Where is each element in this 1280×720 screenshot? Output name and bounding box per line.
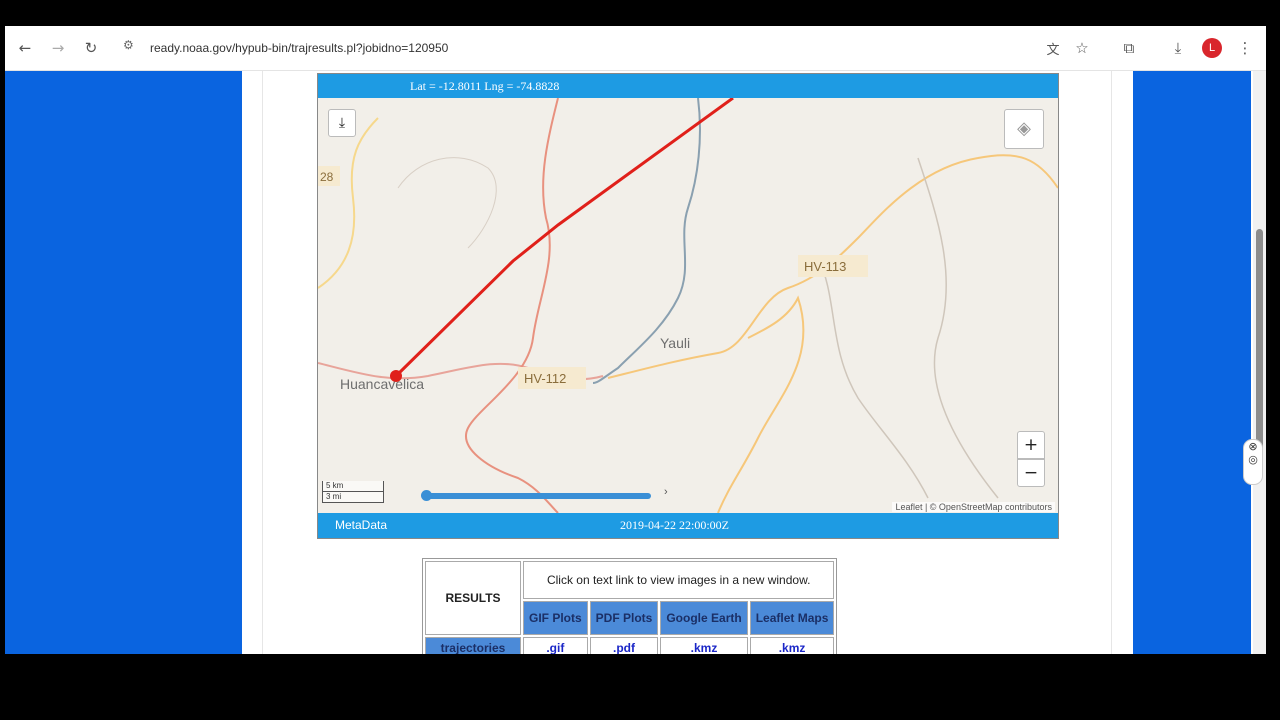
- page-viewport: Lat = -12.8011 Lng = -74.8828 28 HV-113 …: [5, 71, 1266, 654]
- menu-icon[interactable]: ⋮: [1233, 36, 1257, 60]
- right-blue-margin: [1133, 71, 1251, 654]
- bookmark-star-icon[interactable]: ☆: [1070, 36, 1094, 60]
- browser-toolbar: ← → ↻ ⚙ ready.noaa.gov/hypub-bin/trajres…: [5, 26, 1266, 71]
- map-scale: 5 km 3 mi: [322, 481, 384, 503]
- road-28-label: 28: [320, 170, 334, 184]
- row-trajectories: trajectories: [425, 637, 521, 654]
- page-divider-right: [1111, 71, 1112, 654]
- map-background: [318, 98, 1058, 513]
- map-coords-bar: Lat = -12.8011 Lng = -74.8828: [318, 74, 1058, 98]
- results-note: Click on text link to view images in a n…: [523, 561, 835, 599]
- map-coords: Lat = -12.8011 Lng = -74.8828: [410, 79, 560, 93]
- zoom-in-button[interactable]: +: [1017, 431, 1045, 459]
- map-timestamp: 2019-04-22 22:00:00Z: [620, 518, 729, 532]
- close-icon[interactable]: ⊗: [1244, 440, 1262, 453]
- scale-km: 5 km: [322, 481, 384, 492]
- extensions-icon[interactable]: ⧉: [1117, 36, 1141, 60]
- map-attribution[interactable]: Leaflet | © OpenStreetMap contributors: [892, 502, 1055, 512]
- yauli-label: Yauli: [660, 335, 690, 351]
- url-text[interactable]: ready.noaa.gov/hypub-bin/trajresults.pl?…: [150, 41, 448, 55]
- browser-window: ← → ↻ ⚙ ready.noaa.gov/hypub-bin/trajres…: [5, 26, 1266, 654]
- time-slider-knob[interactable]: [421, 490, 432, 501]
- profile-avatar[interactable]: L: [1202, 38, 1222, 58]
- slider-next-icon[interactable]: ›: [664, 486, 668, 498]
- back-icon[interactable]: ←: [13, 36, 37, 60]
- zoom-out-button[interactable]: −: [1017, 459, 1045, 487]
- map-tiles[interactable]: 28 HV-113 Yauli HV-112 Huancavelica: [318, 98, 1058, 513]
- forward-icon[interactable]: →: [46, 36, 70, 60]
- metadata-link[interactable]: MetaData: [335, 518, 387, 532]
- layers-icon[interactable]: ◈: [1004, 109, 1044, 149]
- map-footer-bar: MetaData 2019-04-22 22:00:00Z: [318, 513, 1058, 538]
- page-scrollbar[interactable]: [1253, 71, 1266, 654]
- kmz-leaflet-link[interactable]: .kmz: [749, 637, 835, 654]
- scale-mi: 3 mi: [322, 492, 384, 503]
- gif-link[interactable]: .gif: [523, 637, 588, 654]
- site-info-icon[interactable]: ⚙: [123, 38, 134, 52]
- settings-icon[interactable]: ◎: [1244, 453, 1262, 466]
- scroll-thumb[interactable]: [1256, 229, 1263, 451]
- results-table: RESULTS Click on text link to view image…: [422, 558, 838, 654]
- hv113-label: HV-113: [804, 259, 846, 274]
- left-blue-margin: [5, 71, 242, 654]
- reload-icon[interactable]: ↻: [79, 36, 103, 60]
- results-title: RESULTS: [425, 561, 521, 635]
- map-canvas[interactable]: 28 HV-113 Yauli HV-112 Huancavelica ⤓ ◈ …: [318, 98, 1058, 513]
- pdf-link[interactable]: .pdf: [589, 637, 659, 654]
- side-tool-widget[interactable]: ⊗ ◎: [1243, 439, 1263, 485]
- col-leaflet-maps: Leaflet Maps: [749, 601, 835, 635]
- download-map-icon[interactable]: ⤓: [328, 109, 356, 137]
- translate-icon[interactable]: 文: [1041, 36, 1065, 60]
- leaflet-map[interactable]: Lat = -12.8011 Lng = -74.8828 28 HV-113 …: [317, 73, 1059, 539]
- huancavelica-label: Huancavelica: [340, 376, 424, 392]
- hv112-label: HV-112: [524, 371, 566, 386]
- col-gif-plots: GIF Plots: [523, 601, 588, 635]
- download-icon[interactable]: ⤓: [1166, 36, 1190, 60]
- col-pdf-plots: PDF Plots: [589, 601, 659, 635]
- kmz-google-earth-link[interactable]: .kmz: [660, 637, 748, 654]
- page-divider-left: [262, 71, 263, 654]
- address-bar[interactable]: ⚙ ready.noaa.gov/hypub-bin/trajresults.p…: [117, 34, 1107, 62]
- col-google-earth: Google Earth: [660, 601, 748, 635]
- time-slider-track[interactable]: [425, 493, 651, 499]
